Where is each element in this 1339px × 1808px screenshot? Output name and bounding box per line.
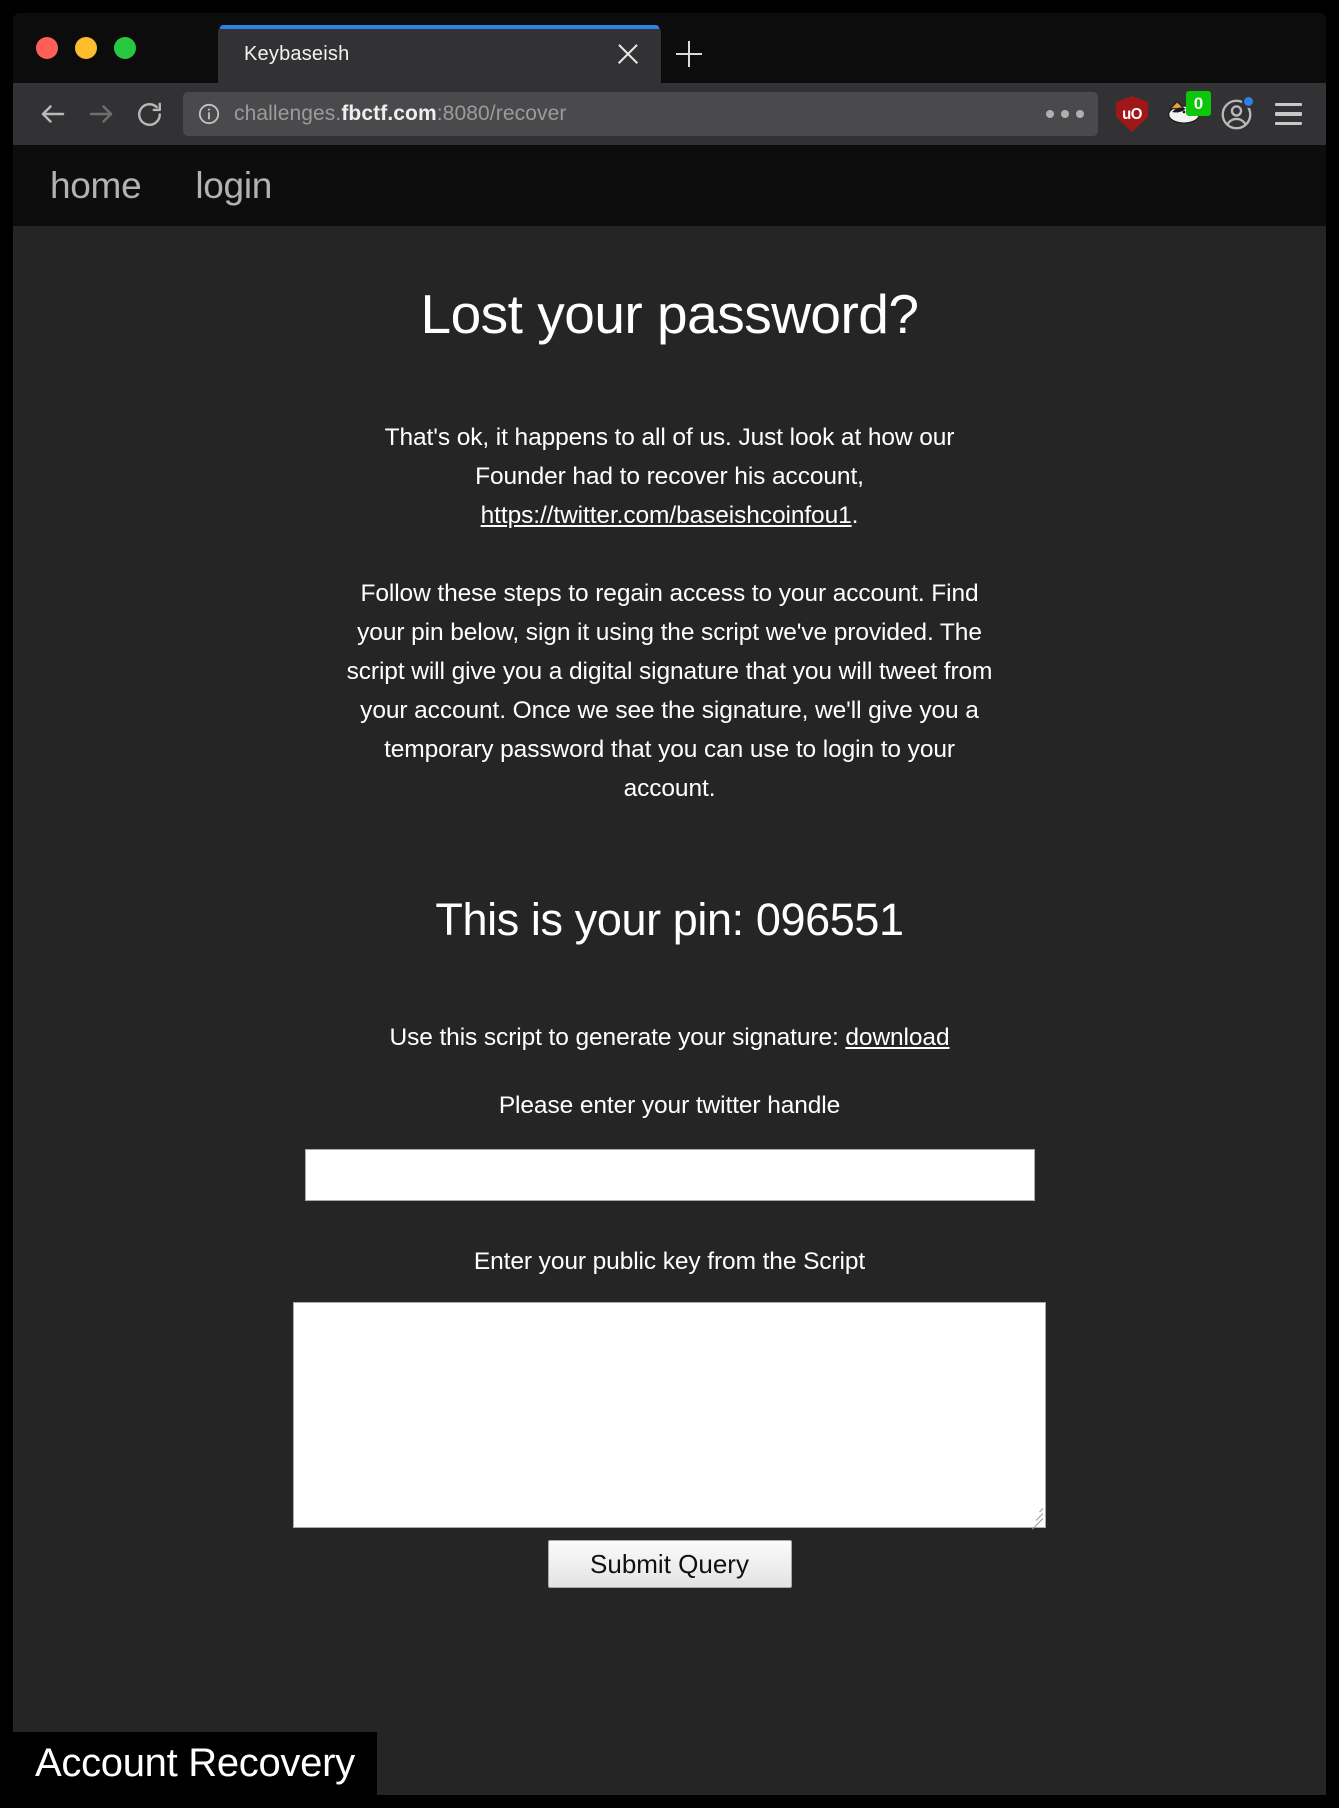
browser-tab[interactable]: Keybaseish [218, 25, 661, 83]
intro-paragraph: That's ok, it happens to all of us. Just… [340, 418, 1000, 535]
hamburger-menu-icon [1274, 102, 1302, 126]
nav-link-login[interactable]: login [195, 165, 272, 207]
url-text: challenges.fbctf.com:8080/recover [234, 102, 1034, 126]
page-info-icon[interactable] [197, 102, 221, 126]
url-prefix: challenges. [234, 102, 342, 125]
public-key-field-wrapper [293, 1302, 1046, 1530]
ublock-label: uO [1122, 105, 1142, 123]
url-suffix: :8080/recover [436, 102, 567, 125]
reload-button[interactable] [127, 92, 171, 136]
window-traffic-lights [13, 13, 218, 83]
address-bar[interactable]: challenges.fbctf.com:8080/recover [183, 92, 1098, 136]
browser-window: Keybaseish challenges.fbctf.com:8080/rec… [13, 13, 1326, 1795]
minimize-window-button[interactable] [75, 37, 97, 59]
active-tab-indicator [220, 25, 659, 29]
nav-link-home[interactable]: home [50, 165, 142, 207]
intro-text-before: That's ok, it happens to all of us. Just… [384, 424, 955, 490]
site-navigation: home login [13, 145, 1326, 226]
new-tab-icon[interactable] [661, 25, 717, 83]
twitter-handle-input[interactable] [304, 1149, 1035, 1201]
founder-twitter-link[interactable]: https://twitter.com/baseishcoinfou1 [481, 502, 852, 529]
page-actions-icon[interactable] [1046, 110, 1084, 118]
page-title: Lost your password? [420, 283, 920, 345]
forward-button[interactable] [79, 92, 123, 136]
submit-query-button[interactable]: Submit Query [547, 1540, 792, 1588]
close-tab-icon[interactable] [611, 37, 645, 71]
twitter-handle-label: Please enter your twitter handle [498, 1092, 841, 1119]
arrow-right-icon [89, 105, 113, 123]
maximize-window-button[interactable] [114, 37, 136, 59]
tab-title: Keybaseish [244, 42, 350, 65]
privacy-badger-button[interactable]: 0 [1160, 90, 1211, 138]
account-button[interactable] [1212, 90, 1260, 138]
page-content: Lost your password? That's ok, it happen… [13, 282, 1326, 1588]
tab-strip: Keybaseish [13, 13, 1326, 83]
page-viewport: home login Lost your password? That's ok… [13, 145, 1326, 1795]
shield-icon: uO [1116, 96, 1148, 132]
url-domain: fbctf.com [341, 102, 437, 125]
browser-menu-button[interactable] [1264, 90, 1312, 138]
pin-heading: This is your pin: 096551 [435, 894, 904, 945]
script-line: Use this script to generate your signatu… [13, 1024, 1326, 1052]
instructions-paragraph: Follow these steps to regain access to y… [346, 580, 993, 802]
status-bar-label: Account Recovery [35, 1741, 355, 1785]
public-key-label: Enter your public key from the Script [473, 1248, 866, 1275]
ublock-origin-button[interactable]: uO [1108, 90, 1156, 138]
status-bar: Account Recovery [13, 1732, 377, 1795]
back-button[interactable] [31, 92, 75, 136]
intro-text-after: . [851, 502, 859, 529]
arrow-left-icon [41, 105, 65, 123]
account-notification-dot [1242, 95, 1255, 108]
download-script-link[interactable]: download [845, 1024, 949, 1051]
browser-toolbar: challenges.fbctf.com:8080/recover uO 0 [13, 83, 1326, 145]
privacy-badger-count-badge: 0 [1186, 91, 1211, 116]
public-key-textarea[interactable] [293, 1302, 1046, 1528]
close-window-button[interactable] [36, 37, 58, 59]
script-line-text: Use this script to generate your signatu… [389, 1024, 846, 1051]
screenshot-root: Keybaseish challenges.fbctf.com:8080/rec… [0, 0, 1339, 1808]
reload-icon [137, 102, 161, 126]
